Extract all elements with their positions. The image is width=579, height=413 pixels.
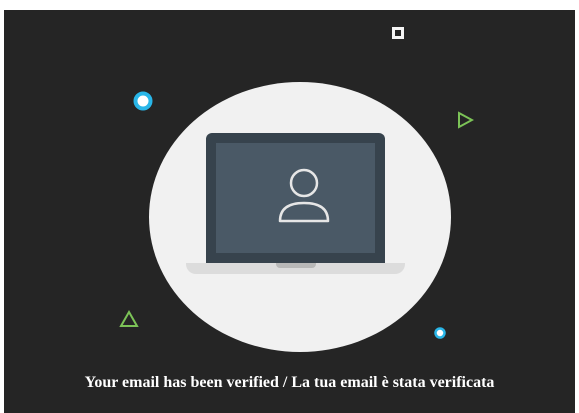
laptop-base bbox=[186, 263, 405, 274]
ring-icon bbox=[434, 327, 446, 339]
verification-message: Your email has been verified / La tua em… bbox=[84, 374, 495, 391]
triangle-outline-icon bbox=[119, 310, 139, 327]
laptop-notch bbox=[276, 263, 316, 268]
triangle-outline-icon bbox=[458, 111, 474, 129]
verification-panel: Your email has been verified / La tua em… bbox=[4, 10, 575, 413]
user-icon bbox=[278, 168, 330, 223]
square-outline-icon bbox=[392, 27, 404, 39]
ring-icon bbox=[133, 91, 153, 111]
laptop-user-icon bbox=[206, 133, 385, 263]
laptop-display bbox=[216, 143, 375, 253]
